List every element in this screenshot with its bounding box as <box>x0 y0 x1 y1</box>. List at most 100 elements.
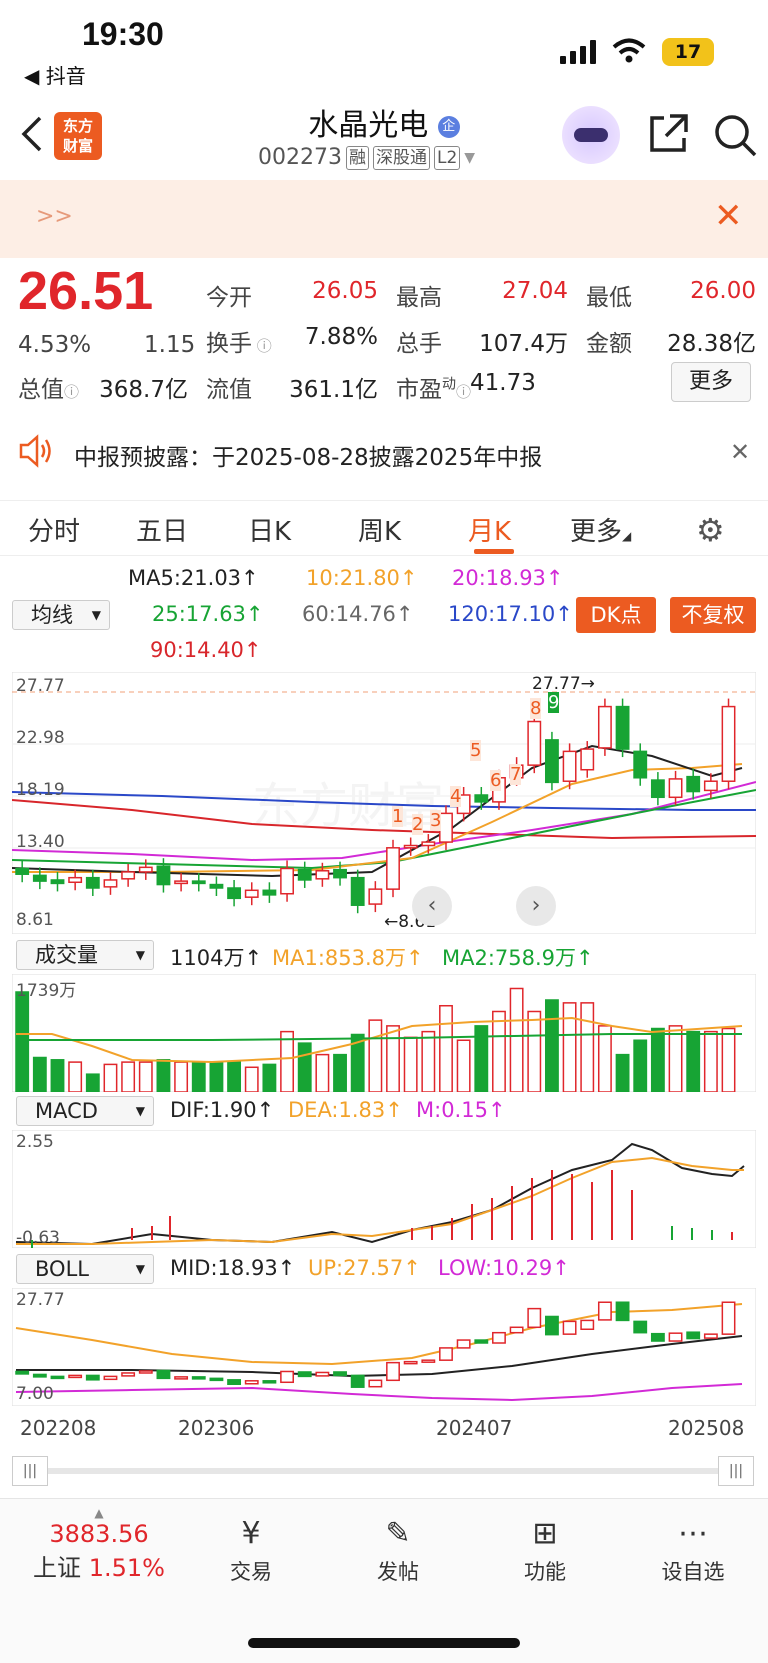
boll-candle <box>350 1374 365 1388</box>
volume-bar <box>297 1042 312 1092</box>
candle <box>686 775 701 793</box>
candle <box>386 847 400 890</box>
settings-gear-icon[interactable]: ⚙ <box>696 511 725 549</box>
boll-candle <box>280 1370 294 1384</box>
kline-y-4: 13.40 <box>16 832 65 852</box>
x-label-4: 202508 <box>668 1416 745 1440</box>
boll-up-label: UP:27.57↑ <box>308 1256 421 1280</box>
candle <box>15 867 30 875</box>
candle <box>333 868 347 879</box>
kline-chart[interactable]: 东方财富 <box>12 672 756 934</box>
boll-candle <box>403 1360 418 1365</box>
share-icon[interactable] <box>646 112 690 160</box>
notice-bar[interactable]: 中报预披露：于2025-08-28披露2025年中报 ✕ <box>0 418 768 488</box>
tab-intraday[interactable]: 分时 <box>28 511 80 548</box>
turnover-value: 7.88% <box>304 324 378 350</box>
tag-l2: L2 <box>433 145 461 170</box>
assistant-avatar[interactable] <box>562 106 620 164</box>
volume-bar <box>191 1061 206 1092</box>
volume-bar <box>262 1063 277 1092</box>
volume-bar <box>492 1010 506 1092</box>
candle <box>280 867 294 895</box>
index-value: 3883.56 <box>49 1520 149 1548</box>
turnover-label: 换手 ⓘ <box>206 331 272 357</box>
volume-bar <box>386 1025 400 1092</box>
search-icon[interactable] <box>712 112 758 162</box>
range-handle-left[interactable]: ||| <box>12 1456 48 1486</box>
scroll-left-icon[interactable]: ‹ <box>412 886 452 926</box>
volume-bar <box>562 1002 577 1092</box>
indicator-select-ma[interactable]: 均线 ▼ <box>12 600 110 630</box>
tab-more[interactable]: 更多◢ <box>570 511 631 548</box>
boll-candle <box>138 1370 153 1374</box>
tag-connect: 深股通 <box>372 145 430 170</box>
boll-candle <box>421 1359 436 1363</box>
candle <box>368 888 383 905</box>
kline-y-bottom: 8.61 <box>16 910 54 930</box>
mktcap-label: 总值ⓘ <box>18 377 80 403</box>
range-handle-right[interactable]: ||| <box>718 1456 754 1486</box>
ma20-label: 20:18.93↑ <box>452 566 564 590</box>
boll-candle <box>386 1361 400 1382</box>
candle <box>650 779 665 799</box>
volume-ma1-label: MA1:853.8万↑ <box>272 946 424 970</box>
candle <box>191 880 206 885</box>
low-label: 最低 <box>586 285 632 311</box>
volume-bar <box>439 1004 453 1092</box>
candle <box>421 841 436 847</box>
volume-bar <box>174 1061 189 1092</box>
volume-bar <box>527 1010 542 1092</box>
nav-add-watchlist[interactable]: ⋯ 设自选 <box>648 1512 738 1586</box>
high-marker: 27.77→ <box>532 674 595 694</box>
volume-label: 总手 <box>396 331 442 357</box>
indicator-select-boll[interactable]: BOLL ▼ <box>16 1254 154 1284</box>
boll-candle <box>209 1377 224 1382</box>
candle <box>703 780 718 792</box>
close-icon[interactable]: ✕ <box>714 196 743 236</box>
nav-post[interactable]: ✎ 发帖 <box>353 1512 443 1586</box>
count-8: 8 <box>530 698 542 719</box>
indicator-select-volume[interactable]: 成交量 ▼ <box>16 940 154 970</box>
dk-point-button[interactable]: DK点 <box>576 597 656 633</box>
signal-icon <box>560 40 598 64</box>
candle <box>297 868 312 881</box>
candle <box>50 879 65 885</box>
status-time: 19:30 <box>82 16 164 52</box>
back-to-app-link[interactable]: ◀ 抖音 <box>24 60 86 89</box>
amount-label: 金额 <box>586 331 632 357</box>
nav-trade[interactable]: ¥ 交易 <box>206 1512 296 1586</box>
indicator-select-macd[interactable]: MACD ▼ <box>16 1096 154 1126</box>
volume-bar <box>244 1066 259 1092</box>
boll-candle <box>156 1369 171 1380</box>
range-scrollbar[interactable]: ||| ||| <box>12 1456 756 1486</box>
count-2: 2 <box>412 814 424 835</box>
volume-bar <box>15 991 30 1092</box>
tab-weekly[interactable]: 周K <box>358 511 401 548</box>
tab-five-day[interactable]: 五日 <box>136 511 188 548</box>
boll-candle <box>456 1339 471 1349</box>
boll-candle <box>527 1307 542 1329</box>
count-1: 1 <box>392 806 404 827</box>
promo-banner[interactable]: >> ✕ <box>0 180 768 258</box>
x-label-1: 202208 <box>20 1416 97 1440</box>
boll-candle <box>474 1339 489 1344</box>
pe-value: 41.73 <box>470 370 536 396</box>
tab-daily[interactable]: 日K <box>248 511 291 548</box>
high-value: 27.04 <box>502 278 568 304</box>
ma60-label: 60:14.76↑ <box>302 602 414 626</box>
boll-y-top: 27.77 <box>16 1290 65 1310</box>
yen-exchange-icon: ¥ <box>241 1516 261 1551</box>
index-ticker[interactable]: ▲ 3883.56 上证 1.51% <box>24 1506 174 1583</box>
volume-bar <box>668 1025 683 1092</box>
candle <box>721 705 736 782</box>
notice-close-icon[interactable]: ✕ <box>730 438 750 466</box>
boll-candle <box>439 1347 453 1361</box>
volume-bar <box>686 1030 701 1092</box>
tab-monthly[interactable]: 月K <box>468 511 511 548</box>
nav-functions[interactable]: ⊞ 功能 <box>500 1512 590 1586</box>
scroll-right-icon[interactable]: › <box>516 886 556 926</box>
no-adjust-button[interactable]: 不复权 <box>670 597 756 633</box>
volume-bar <box>615 1053 630 1092</box>
more-quote-button[interactable]: 更多 <box>671 362 751 402</box>
boll-candle <box>333 1371 347 1377</box>
